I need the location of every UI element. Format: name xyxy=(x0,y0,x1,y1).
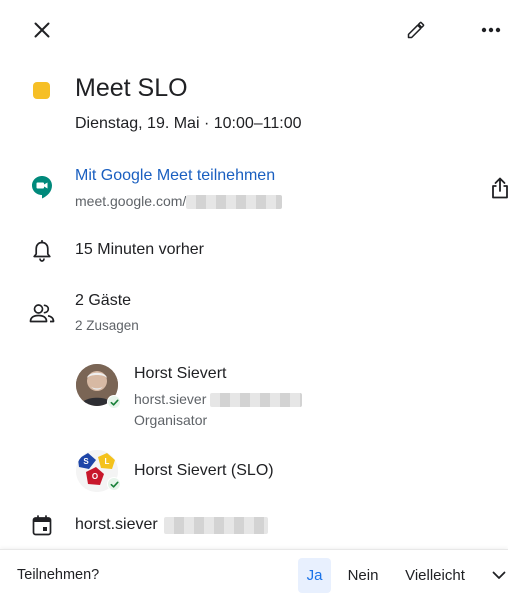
rsvp-maybe-button[interactable]: Vielleicht xyxy=(399,558,471,593)
share-icon xyxy=(492,177,508,199)
google-meet-icon xyxy=(31,175,53,199)
chevron-down-icon xyxy=(492,571,506,579)
redacted-owner xyxy=(164,517,268,534)
rsvp-prompt: Teilnehmen? xyxy=(17,567,100,583)
bell-icon xyxy=(32,239,52,262)
avatar-letter: S xyxy=(83,457,89,466)
event-color-chip xyxy=(33,82,50,99)
pencil-icon xyxy=(407,21,425,39)
rsvp-bar: Teilnehmen? Ja Nein Vielleicht xyxy=(0,549,508,601)
rsvp-no-button[interactable]: Nein xyxy=(343,558,383,593)
guest-role: Organisator xyxy=(134,412,208,428)
share-button[interactable] xyxy=(486,174,508,202)
close-button[interactable] xyxy=(28,16,56,44)
accepted-check-icon xyxy=(107,395,121,409)
more-horiz-icon xyxy=(481,27,501,33)
event-datetime: Dienstag, 19. Mai · 10:00–11:00 xyxy=(75,115,302,132)
guest-item[interactable]: S L O Horst Sievert (SLO) xyxy=(76,450,496,496)
edit-button[interactable] xyxy=(402,16,430,44)
redacted-email xyxy=(210,393,302,407)
accepted-count: 2 Zusagen xyxy=(75,318,139,333)
reminder-label: 15 Minuten vorher xyxy=(75,241,204,258)
calendar-owner: horst.siever xyxy=(75,516,158,533)
guest-name: Horst Sievert (SLO) xyxy=(134,462,274,479)
guest-email: horst.siever xyxy=(134,391,207,407)
avatar-letter: L xyxy=(105,457,110,466)
accepted-check-icon xyxy=(107,477,121,491)
guest-count: 2 Gäste xyxy=(75,292,132,309)
calendar-icon xyxy=(32,515,52,536)
more-options-button[interactable] xyxy=(477,16,505,44)
meet-url: meet.google.com/ xyxy=(75,193,187,209)
join-meet-link[interactable]: Mit Google Meet teilnehmen xyxy=(75,167,275,185)
event-title: Meet SLO xyxy=(75,74,188,102)
redacted-meet-code xyxy=(186,195,282,209)
guest-item[interactable]: Horst Sievert horst.siever Organisator xyxy=(76,364,496,434)
people-icon xyxy=(29,303,55,323)
guest-name: Horst Sievert xyxy=(134,365,227,382)
rsvp-more-button[interactable] xyxy=(490,563,508,587)
close-icon xyxy=(34,22,50,38)
avatar-letter: O xyxy=(92,472,98,481)
rsvp-yes-button[interactable]: Ja xyxy=(298,558,331,593)
